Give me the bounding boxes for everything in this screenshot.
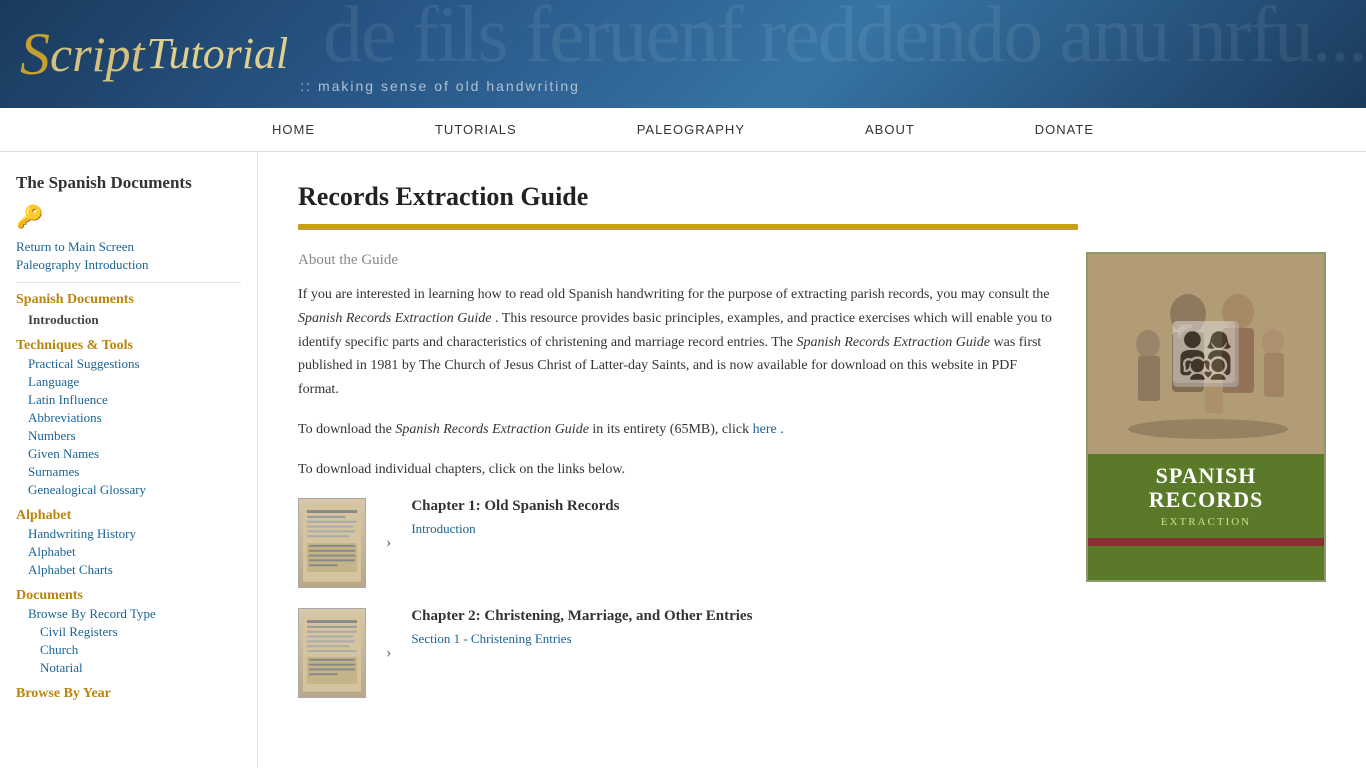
para1-pre: If you are interested in learning how to… (298, 287, 1050, 302)
nav-about[interactable]: ABOUT (805, 122, 975, 137)
book-subtitle: EXTRACTION (1102, 516, 1310, 528)
sidebar-paleography-link[interactable]: Paleography Introduction (16, 256, 241, 274)
chapter-1-image (298, 498, 366, 588)
sidebar-return-link[interactable]: Return to Main Screen (16, 238, 241, 256)
content-with-image: About the Guide If you are interested in… (298, 252, 1326, 718)
chapter-1-link[interactable]: Introduction (411, 521, 475, 536)
sidebar-item-handwriting-history[interactable]: Handwriting History (28, 525, 241, 543)
logo-tutorial: Tutorial (146, 32, 288, 76)
nav-home[interactable]: HOME (212, 122, 375, 137)
here-link[interactable]: here (753, 422, 777, 437)
sidebar-item-abbreviations[interactable]: Abbreviations (28, 409, 241, 427)
book-bottom-bar (1088, 538, 1324, 546)
sidebar-item-introduction[interactable]: Introduction (16, 311, 241, 329)
main-layout: The Spanish Documents 🔑 Return to Main S… (0, 152, 1366, 768)
book-photo-inner (1088, 254, 1324, 454)
paragraph-2: To download the Spanish Records Extracti… (298, 418, 1056, 442)
book-photo (1088, 254, 1324, 454)
para2-mid: in its entirety (65MB), click (592, 422, 752, 437)
guide-title-1: Spanish Records Extraction Guide (298, 311, 492, 326)
sidebar-browse-subitems: Civil Registers Church Notarial (28, 623, 241, 677)
chapter-2-row: › Chapter 2: Christening, Marriage, and … (298, 608, 1056, 698)
main-navigation: HOME TUTORIALS PALEOGRAPHY ABOUT DONATE (0, 108, 1366, 152)
sidebar-alphabet-list: Handwriting History Alphabet Alphabet Ch… (16, 525, 241, 579)
nav-donate[interactable]: DONATE (975, 122, 1154, 137)
sidebar-item-alphabet[interactable]: Alphabet (28, 543, 241, 561)
chapter-1-thumbnail (299, 499, 365, 587)
book-title-line1: SPANISH (1102, 464, 1310, 488)
sidebar: The Spanish Documents 🔑 Return to Main S… (0, 152, 258, 768)
nav-tutorials[interactable]: TUTORIALS (375, 122, 577, 137)
paragraph-3: To download individual chapters, click o… (298, 458, 1056, 482)
sidebar-item-civil-registers[interactable]: Civil Registers (40, 623, 241, 641)
chapter-2-thumbnail (299, 609, 365, 697)
book-title-line2: RECORDS (1102, 488, 1310, 512)
sidebar-item-language[interactable]: Language (28, 373, 241, 391)
sidebar-item-documents[interactable]: Documents (16, 587, 241, 605)
chapter-1-title: Chapter 1: Old Spanish Records (411, 498, 1056, 515)
sidebar-item-alphabet[interactable]: Alphabet (16, 507, 241, 525)
sidebar-item-browse-record[interactable]: Browse By Record Type (28, 605, 241, 623)
sidebar-decorative-icon: 🔑 (16, 204, 241, 230)
content-main-text: About the Guide If you are interested in… (298, 252, 1056, 718)
guide-title-2: Spanish Records Extraction Guide (796, 335, 990, 350)
para2-pre: To download the (298, 422, 395, 437)
sidebar-item-notarial[interactable]: Notarial (40, 659, 241, 677)
sidebar-section-title: The Spanish Documents (16, 172, 241, 194)
header-tagline: :: making sense of old handwriting (300, 78, 580, 108)
logo-cript: cript (50, 29, 144, 79)
chapter-2-arrow: › (386, 644, 391, 662)
nav-paleography[interactable]: PALEOGRAPHY (577, 122, 805, 137)
sidebar-item-practical[interactable]: Practical Suggestions (28, 355, 241, 373)
chapter-2-link[interactable]: Section 1 - Christening Entries (411, 631, 571, 646)
chapter-1-row: › Chapter 1: Old Spanish Records Introdu… (298, 498, 1056, 588)
page-title: Records Extraction Guide (298, 182, 1326, 212)
sidebar-techniques-list: Practical Suggestions Language Latin Inf… (16, 355, 241, 499)
para2-post: . (780, 422, 784, 437)
sidebar-item-alphabet-charts[interactable]: Alphabet Charts (28, 561, 241, 579)
sidebar-item-church[interactable]: Church (40, 641, 241, 659)
chapter-1-content: Chapter 1: Old Spanish Records Introduct… (411, 498, 1056, 538)
logo-script-s: S (20, 24, 50, 84)
main-content: Records Extraction Guide About the Guide… (258, 152, 1366, 768)
section-heading: About the Guide (298, 252, 1056, 269)
header-logo-area: S cript Tutorial :: making sense of old … (0, 0, 1366, 108)
chapter-2-title: Chapter 2: Christening, Marriage, and Ot… (411, 608, 1056, 625)
sidebar-item-spanish-documents[interactable]: Spanish Documents (16, 291, 241, 309)
site-header: de fils feruenf reddendo anu nrfu... S c… (0, 0, 1366, 108)
sidebar-documents-list: Browse By Record Type Civil Registers Ch… (16, 605, 241, 677)
chapter-1-arrow: › (386, 534, 391, 552)
guide-title-3: Spanish Records Extraction Guide (395, 422, 589, 437)
sidebar-item-techniques[interactable]: Techniques & Tools (16, 337, 241, 355)
chapter-2-content: Chapter 2: Christening, Marriage, and Ot… (411, 608, 1056, 648)
sidebar-item-browse-year[interactable]: Browse By Year (16, 685, 241, 703)
paragraph-1: If you are interested in learning how to… (298, 283, 1056, 402)
sidebar-item-numbers[interactable]: Numbers (28, 427, 241, 445)
sidebar-item-surnames[interactable]: Surnames (28, 463, 241, 481)
gold-divider (298, 224, 1078, 230)
sidebar-item-latin[interactable]: Latin Influence (28, 391, 241, 409)
chapter-2-image (298, 608, 366, 698)
sidebar-item-given-names[interactable]: Given Names (28, 445, 241, 463)
sidebar-divider-1 (16, 282, 241, 283)
book-title-area: SPANISH RECORDS EXTRACTION (1088, 454, 1324, 538)
sidebar-item-glossary[interactable]: Genealogical Glossary (28, 481, 241, 499)
book-cover: AN INSTRUCTIONAL GUIDE (1086, 252, 1326, 582)
